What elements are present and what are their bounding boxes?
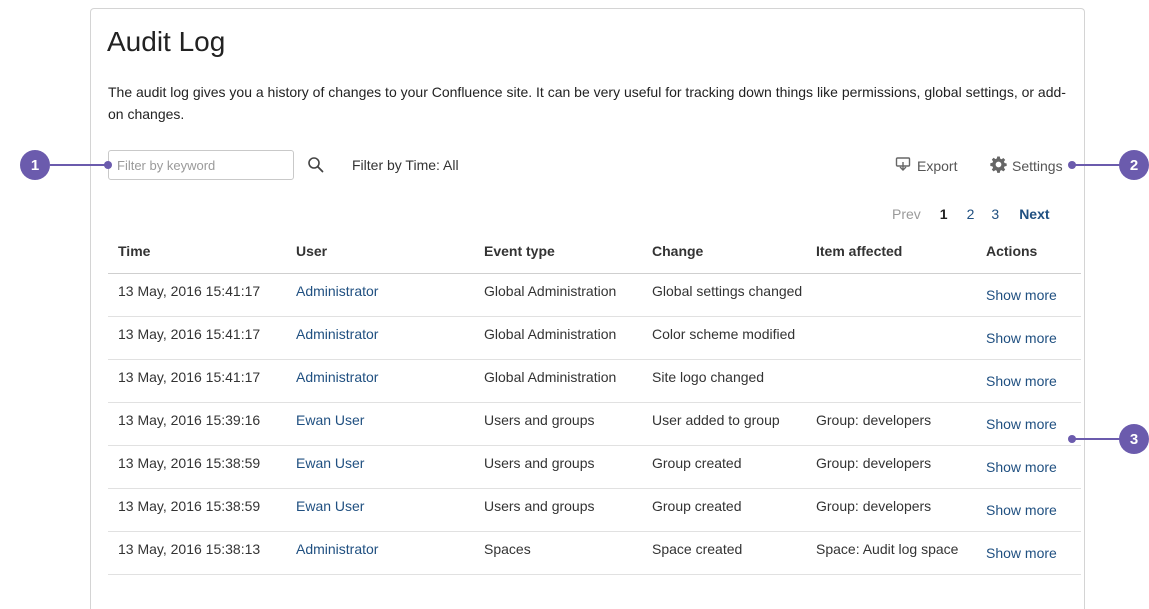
show-more-link[interactable]: Show more (976, 488, 1081, 532)
table-row: 13 May, 2016 15:39:16 Ewan User Users an… (108, 402, 1081, 446)
gear-icon (990, 156, 1007, 176)
cell-user-link[interactable]: Administrator (286, 273, 474, 317)
cell-item-affected (806, 359, 976, 403)
cell-time: 13 May, 2016 15:38:59 (108, 488, 286, 532)
cell-time: 13 May, 2016 15:38:13 (108, 531, 286, 575)
show-more-link[interactable]: Show more (976, 359, 1081, 403)
callout-badge-3: 3 (1119, 424, 1149, 454)
cell-event-type: Global Administration (474, 359, 642, 403)
cell-time: 13 May, 2016 15:38:59 (108, 445, 286, 489)
header-user: User (286, 230, 474, 274)
filter-keyword-input[interactable] (108, 150, 294, 180)
header-actions: Actions (976, 230, 1081, 274)
cell-time: 13 May, 2016 15:39:16 (108, 402, 286, 446)
show-more-link[interactable]: Show more (976, 316, 1081, 360)
cell-item-affected: Space: Audit log space (806, 531, 976, 575)
table-row: 13 May, 2016 15:41:17 Administrator Glob… (108, 316, 1081, 360)
cell-item-affected: Group: developers (806, 488, 976, 532)
cell-user-link[interactable]: Administrator (286, 316, 474, 360)
header-change: Change (642, 230, 806, 274)
callout-line-2 (1074, 164, 1120, 166)
table-header-row: Time User Event type Change Item affecte… (108, 230, 1081, 274)
pagination: Prev 1 2 3 Next (892, 206, 1050, 222)
cell-user-link[interactable]: Administrator (286, 531, 474, 575)
cell-item-affected: Group: developers (806, 445, 976, 489)
pagination-next[interactable]: Next (1019, 206, 1049, 222)
settings-label: Settings (1012, 158, 1063, 174)
export-button[interactable]: Export (895, 156, 957, 175)
cell-change: User added to group (642, 402, 806, 446)
callout-dot-3 (1068, 435, 1076, 443)
table-row: 13 May, 2016 15:38:13 Administrator Spac… (108, 531, 1081, 575)
page-description: The audit log gives you a history of cha… (108, 84, 1066, 122)
cell-time: 13 May, 2016 15:41:17 (108, 359, 286, 403)
pagination-page-2[interactable]: 2 (967, 206, 975, 222)
cell-event-type: Users and groups (474, 445, 642, 489)
show-more-link[interactable]: Show more (976, 531, 1081, 575)
table-row: 13 May, 2016 15:38:59 Ewan User Users an… (108, 445, 1081, 489)
cell-item-affected: Group: developers (806, 402, 976, 446)
cell-time: 13 May, 2016 15:41:17 (108, 316, 286, 360)
time-filter-dropdown[interactable]: Filter by Time: All (352, 157, 459, 173)
callout-dot-1 (104, 161, 112, 169)
pagination-page-1: 1 (939, 206, 948, 222)
cell-event-type: Users and groups (474, 402, 642, 446)
cell-change: Group created (642, 445, 806, 489)
audit-log-table: Time User Event type Change Item affecte… (108, 230, 1081, 575)
callout-dot-2 (1068, 161, 1076, 169)
cell-change: Site logo changed (642, 359, 806, 403)
cell-change: Space created (642, 531, 806, 575)
cell-time: 13 May, 2016 15:41:17 (108, 273, 286, 317)
cell-event-type: Spaces (474, 531, 642, 575)
show-more-link[interactable]: Show more (976, 445, 1081, 489)
show-more-link[interactable]: Show more (976, 273, 1081, 317)
callout-line-3 (1074, 438, 1120, 440)
pagination-prev: Prev (892, 206, 921, 222)
callout-line-1 (50, 164, 106, 166)
show-more-link[interactable]: Show more (976, 402, 1081, 446)
callout-badge-1: 1 (20, 150, 50, 180)
cell-user-link[interactable]: Administrator (286, 359, 474, 403)
cell-change: Global settings changed (642, 273, 806, 317)
pagination-page-3[interactable]: 3 (991, 206, 999, 222)
cell-item-affected (806, 273, 976, 317)
header-time: Time (108, 230, 286, 274)
header-event-type: Event type (474, 230, 642, 274)
callout-badge-2: 2 (1119, 150, 1149, 180)
cell-user-link[interactable]: Ewan User (286, 402, 474, 446)
page-title: Audit Log (107, 26, 226, 57)
cell-event-type: Users and groups (474, 488, 642, 532)
search-icon[interactable] (307, 156, 325, 174)
cell-event-type: Global Administration (474, 273, 642, 317)
table-row: 13 May, 2016 15:41:17 Administrator Glob… (108, 273, 1081, 317)
export-icon (895, 156, 911, 175)
table-row: 13 May, 2016 15:41:17 Administrator Glob… (108, 359, 1081, 403)
cell-user-link[interactable]: Ewan User (286, 445, 474, 489)
table-row: 13 May, 2016 15:38:59 Ewan User Users an… (108, 488, 1081, 532)
cell-change: Color scheme modified (642, 316, 806, 360)
cell-event-type: Global Administration (474, 316, 642, 360)
settings-button[interactable]: Settings (990, 156, 1063, 176)
cell-user-link[interactable]: Ewan User (286, 488, 474, 532)
cell-item-affected (806, 316, 976, 360)
export-label: Export (917, 157, 958, 174)
header-item-affected: Item affected (806, 230, 976, 274)
cell-change: Group created (642, 488, 806, 532)
